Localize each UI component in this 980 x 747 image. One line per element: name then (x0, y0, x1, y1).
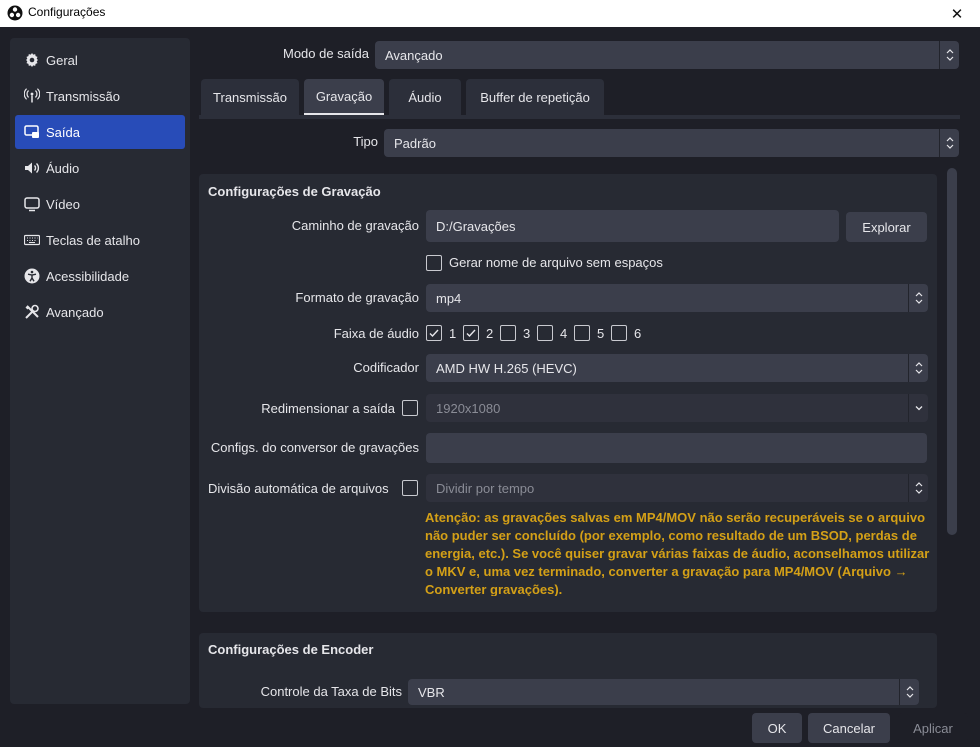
check-icon (429, 329, 439, 338)
sidebar-item-label: Áudio (46, 160, 80, 176)
title-bar: Configurações ✕ (0, 0, 980, 27)
recording-group-title: Configurações de Gravação (208, 184, 381, 199)
format-value: mp4 (436, 290, 462, 306)
muxer-settings-label: Configs. do conversor de gravações (210, 440, 419, 455)
auto-split-checkbox[interactable] (402, 480, 418, 496)
auto-split-select[interactable]: Dividir por tempo (426, 474, 928, 502)
track-6-label: 6 (634, 326, 642, 341)
tab-gravacao[interactable]: Gravação (304, 79, 384, 115)
spinner-icon (908, 354, 928, 382)
ok-button[interactable]: OK (752, 713, 802, 743)
no-spaces-label: Gerar nome de arquivo sem espaços (449, 255, 663, 270)
rescale-checkbox[interactable] (402, 400, 418, 416)
sidebar-item-label: Saída (46, 124, 80, 140)
sidebar-item-label: Teclas de atalho (46, 232, 140, 248)
sidebar-item-video[interactable]: Vídeo (15, 187, 185, 221)
track-4-checkbox[interactable] (537, 325, 553, 341)
warning-text: Atenção: as gravações salvas em MP4/MOV … (425, 512, 930, 596)
track-1-checkbox[interactable] (426, 325, 442, 341)
format-select[interactable]: mp4 (426, 284, 928, 312)
tab-underline (199, 115, 960, 119)
sidebar-item-label: Avançado (46, 304, 104, 320)
no-spaces-checkbox[interactable] (426, 255, 442, 271)
rescale-value: 1920x1080 (436, 400, 501, 416)
encoder-label: Codificador (353, 360, 419, 375)
tab-buffer[interactable]: Buffer de repetição (466, 79, 604, 115)
cancel-button[interactable]: Cancelar (808, 713, 890, 743)
track-1-label: 1 (449, 326, 457, 341)
rate-control-select[interactable]: VBR (408, 679, 919, 705)
output-mode-select[interactable]: Avançado (375, 41, 959, 69)
encoder-value: AMD HW H.265 (HEVC) (436, 360, 577, 376)
spinner-icon (908, 284, 928, 312)
sidebar-item-geral[interactable]: Geral (15, 43, 185, 77)
output-mode-label: Modo de saída (282, 46, 369, 61)
rescale-label: Redimensionar a saída (261, 401, 395, 416)
encoder-select[interactable]: AMD HW H.265 (HEVC) (426, 354, 928, 382)
track-3-checkbox[interactable] (500, 325, 516, 341)
spinner-icon (899, 679, 919, 705)
monitor-icon (23, 195, 41, 213)
antenna-icon (23, 87, 41, 105)
close-icon[interactable]: ✕ (934, 0, 980, 27)
tab-transmissao[interactable]: Transmissão (201, 79, 299, 115)
keyboard-icon (23, 231, 41, 249)
obs-logo-icon (7, 5, 23, 21)
tab-audio[interactable]: Áudio (389, 79, 461, 115)
sidebar-item-teclas[interactable]: Teclas de atalho (15, 223, 185, 257)
accessibility-icon (23, 267, 41, 285)
track-3-label: 3 (523, 326, 531, 341)
settings-sidebar: Geral Transmissão Saída Áudio Vídeo Tecl… (10, 38, 190, 704)
sidebar-item-avancado[interactable]: Avançado (15, 295, 185, 329)
type-value: Padrão (394, 135, 436, 151)
gear-icon (23, 51, 41, 69)
spinner-icon (908, 474, 928, 502)
rate-control-label: Controle da Taxa de Bits (260, 684, 402, 699)
track-5-checkbox[interactable] (574, 325, 590, 341)
recording-path-label: Caminho de gravação (291, 218, 419, 233)
spinner-icon (939, 41, 959, 69)
scrollbar[interactable] (947, 168, 957, 535)
chevron-down-icon (908, 394, 928, 422)
track-2-checkbox[interactable] (463, 325, 479, 341)
sidebar-item-label: Geral (46, 52, 78, 68)
auto-split-value: Dividir por tempo (436, 480, 535, 496)
auto-split-label: Divisão automática de arquivos (208, 481, 389, 496)
type-select[interactable]: Padrão (384, 129, 959, 157)
sidebar-item-label: Acessibilidade (46, 268, 130, 284)
sidebar-item-transmissao[interactable]: Transmissão (15, 79, 185, 113)
apply-button[interactable]: Aplicar (898, 713, 968, 743)
track-5-label: 5 (597, 326, 605, 341)
track-6-checkbox[interactable] (611, 325, 627, 341)
spinner-icon (939, 129, 959, 157)
audio-tracks-label: Faixa de áudio (333, 326, 419, 341)
tools-icon (23, 303, 41, 321)
browse-button[interactable]: Explorar (846, 212, 927, 242)
window-title: Configurações (28, 5, 106, 19)
check-icon (466, 329, 476, 338)
encoder-group-title: Configurações de Encoder (208, 642, 374, 657)
rescale-select[interactable]: 1920x1080 (426, 394, 928, 422)
speaker-icon (23, 159, 41, 177)
sidebar-item-audio[interactable]: Áudio (15, 151, 185, 185)
output-mode-value: Avançado (385, 47, 443, 63)
type-label: Tipo (353, 134, 378, 149)
format-label: Formato de gravação (295, 290, 419, 305)
sidebar-item-label: Vídeo (46, 196, 80, 212)
sidebar-item-saida[interactable]: Saída (15, 115, 185, 149)
recording-path-input[interactable]: D:/Gravações (426, 210, 839, 242)
sidebar-item-label: Transmissão (46, 88, 120, 104)
track-4-label: 4 (560, 326, 568, 341)
output-monitor-icon (23, 123, 41, 141)
sidebar-item-acessibilidade[interactable]: Acessibilidade (15, 259, 185, 293)
muxer-settings-input[interactable] (426, 433, 927, 463)
rate-control-value: VBR (418, 684, 445, 700)
mp4-warning: Atenção: as gravações salvas em MP4/MOV … (425, 512, 930, 596)
track-2-label: 2 (486, 326, 494, 341)
